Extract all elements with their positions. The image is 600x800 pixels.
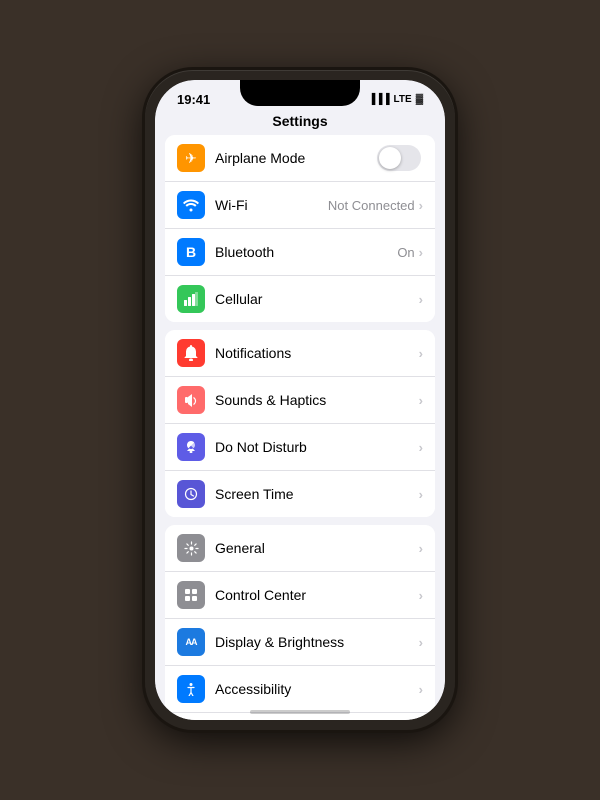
accessibility-icon: [177, 675, 205, 703]
wifi-icon: [177, 191, 205, 219]
display-brightness-label: Display & Brightness: [215, 634, 419, 650]
accessibility-chevron: ›: [419, 682, 423, 697]
row-wifi[interactable]: Wi-Fi Not Connected ›: [165, 182, 435, 229]
screen: 19:41 ▐▐▐ LTE ▓ Settings ✈ Airplane Mode: [155, 80, 445, 720]
toggle-knob: [379, 147, 401, 169]
cellular-chevron: ›: [419, 292, 423, 307]
section-group-general: General ›: [165, 525, 435, 720]
control-center-chevron: ›: [419, 588, 423, 603]
accessibility-label: Accessibility: [215, 681, 419, 697]
general-icon: [177, 534, 205, 562]
status-time: 19:41: [177, 92, 210, 107]
home-indicator: [250, 710, 350, 714]
row-do-not-disturb[interactable]: Do Not Disturb ›: [165, 424, 435, 471]
row-sounds-haptics[interactable]: Sounds & Haptics ›: [165, 377, 435, 424]
cellular-label: Cellular: [215, 291, 419, 307]
do-not-disturb-label: Do Not Disturb: [215, 439, 419, 455]
do-not-disturb-icon: [177, 433, 205, 461]
row-cellular[interactable]: Cellular ›: [165, 276, 435, 322]
bluetooth-label: Bluetooth: [215, 244, 397, 260]
notifications-icon: [177, 339, 205, 367]
signal-icon: ▐▐▐: [368, 94, 389, 105]
bluetooth-value: On: [397, 245, 414, 260]
general-chevron: ›: [419, 541, 423, 556]
row-general[interactable]: General ›: [165, 525, 435, 572]
general-label: General: [215, 540, 419, 556]
lte-label: LTE: [394, 94, 412, 105]
status-icons: ▐▐▐ LTE ▓: [368, 94, 423, 105]
phone-inner: 19:41 ▐▐▐ LTE ▓ Settings ✈ Airplane Mode: [155, 80, 445, 720]
section-group-notifications: Notifications › Sounds &: [165, 330, 435, 517]
row-display-brightness[interactable]: AA Display & Brightness ›: [165, 619, 435, 666]
notch: [240, 80, 360, 106]
row-screen-time[interactable]: Screen Time ›: [165, 471, 435, 517]
wifi-chevron: ›: [419, 198, 423, 213]
screen-time-icon: [177, 480, 205, 508]
row-wallpaper[interactable]: Wallpaper ›: [165, 713, 435, 720]
cellular-icon: [177, 285, 205, 313]
bluetooth-chevron: ›: [419, 245, 423, 260]
sounds-haptics-icon: [177, 386, 205, 414]
wifi-value: Not Connected: [328, 198, 415, 213]
display-brightness-chevron: ›: [419, 635, 423, 650]
sounds-haptics-label: Sounds & Haptics: [215, 392, 419, 408]
section-connectivity: ✈ Airplane Mode: [155, 135, 445, 322]
notifications-chevron: ›: [419, 346, 423, 361]
airplane-mode-label: Airplane Mode: [215, 150, 377, 166]
wifi-label: Wi-Fi: [215, 197, 328, 213]
nav-title: Settings: [155, 111, 445, 135]
phone-frame: 19:41 ▐▐▐ LTE ▓ Settings ✈ Airplane Mode: [145, 70, 455, 730]
control-center-label: Control Center: [215, 587, 419, 603]
airplane-mode-icon: ✈: [177, 144, 205, 172]
row-control-center[interactable]: Control Center ›: [165, 572, 435, 619]
display-brightness-icon: AA: [177, 628, 205, 656]
control-center-icon: [177, 581, 205, 609]
bluetooth-icon: B: [177, 238, 205, 266]
row-bluetooth[interactable]: B Bluetooth On ›: [165, 229, 435, 276]
row-airplane-mode[interactable]: ✈ Airplane Mode: [165, 135, 435, 182]
screen-time-label: Screen Time: [215, 486, 419, 502]
screen-time-chevron: ›: [419, 487, 423, 502]
airplane-mode-toggle[interactable]: [377, 145, 421, 171]
row-notifications[interactable]: Notifications ›: [165, 330, 435, 377]
do-not-disturb-chevron: ›: [419, 440, 423, 455]
section-notifications: Notifications › Sounds &: [155, 330, 445, 517]
section-general: General ›: [155, 525, 445, 720]
sounds-haptics-chevron: ›: [419, 393, 423, 408]
battery-icon: ▓: [416, 94, 423, 105]
row-accessibility[interactable]: Accessibility ›: [165, 666, 435, 713]
settings-scroll[interactable]: ✈ Airplane Mode: [155, 135, 445, 720]
section-group-connectivity: ✈ Airplane Mode: [165, 135, 435, 322]
notifications-label: Notifications: [215, 345, 419, 361]
